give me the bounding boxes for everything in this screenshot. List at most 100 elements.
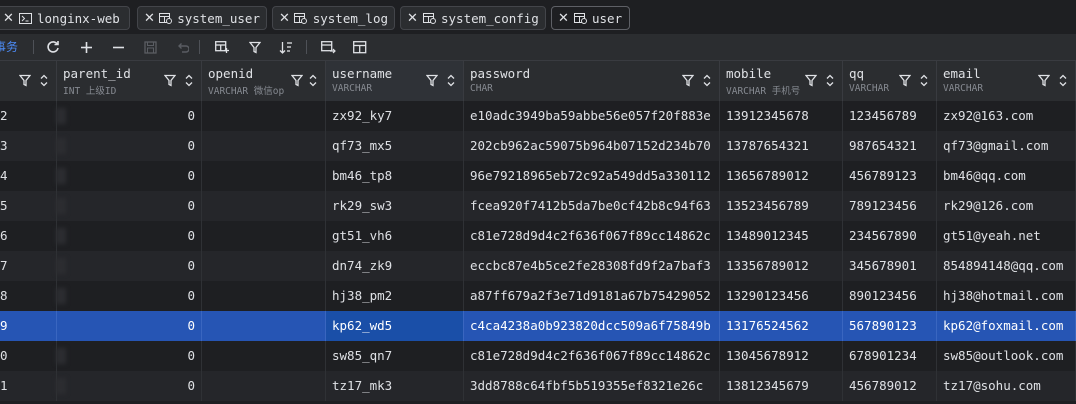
cell-mobile[interactable]: 13523456789 bbox=[720, 191, 843, 221]
cell-mobile[interactable]: 13812345679 bbox=[720, 371, 843, 401]
compare-icon[interactable] bbox=[319, 37, 337, 57]
cell-parent-id[interactable]: 0 bbox=[57, 311, 202, 341]
tab-system-config[interactable]: ✕ system_config bbox=[400, 6, 546, 30]
filter-icon[interactable] bbox=[425, 74, 439, 87]
cell-id[interactable]: 8 bbox=[0, 281, 57, 311]
cell-openid[interactable] bbox=[202, 131, 326, 161]
header-col-parent-id[interactable]: parent_id INT 上级ID bbox=[57, 61, 202, 101]
table-row[interactable]: 8 0 hj38_pm2 a87ff679a2f3e71d9181a67b754290… bbox=[0, 281, 1076, 311]
cell-password[interactable]: eccbc87e4b5ce2fe28308fd9f2a7baf3 bbox=[464, 251, 720, 281]
cell-email[interactable]: gt51@yeah.net bbox=[937, 221, 1076, 251]
cell-password[interactable]: c4ca4238a0b923820dcc509a6f75849b bbox=[464, 311, 720, 341]
cell-openid[interactable] bbox=[202, 311, 326, 341]
cell-password[interactable]: e10adc3949ba59abbe56e057f20f883e bbox=[464, 101, 720, 131]
table-row[interactable]: 0 0 sw85_qn7 c81e728d9d4c2f636f067f89cc1486… bbox=[0, 341, 1076, 371]
cell-id[interactable]: 6 bbox=[0, 221, 57, 251]
header-col-openid[interactable]: openid VARCHAR 微信ope… bbox=[202, 61, 326, 101]
cell-password[interactable]: c81e728d9d4c2f636f067f89cc14862c bbox=[464, 221, 720, 251]
sort-chevron-icon[interactable] bbox=[39, 73, 49, 88]
cell-email[interactable]: kp62@foxmail.com bbox=[937, 311, 1076, 341]
filter-icon[interactable] bbox=[804, 74, 818, 87]
cell-qq[interactable]: 456789012 bbox=[843, 371, 937, 401]
cell-id[interactable]: 2 bbox=[0, 101, 57, 131]
cell-mobile[interactable]: 13045678912 bbox=[720, 341, 843, 371]
close-icon[interactable]: ✕ bbox=[3, 11, 14, 26]
cell-qq[interactable]: 456789123 bbox=[843, 161, 937, 191]
sort-chevron-icon[interactable] bbox=[446, 73, 456, 88]
tab-system-user[interactable]: ✕ system_user bbox=[137, 6, 267, 30]
tab-system-log[interactable]: ✕ system_log bbox=[272, 6, 395, 30]
sort-icon[interactable] bbox=[277, 37, 295, 57]
refresh-icon[interactable] bbox=[44, 37, 62, 57]
cell-mobile[interactable]: 13912345678 bbox=[720, 101, 843, 131]
cell-openid[interactable] bbox=[202, 101, 326, 131]
tab-user[interactable]: ✕ user bbox=[551, 6, 630, 30]
cell-id[interactable]: 4 bbox=[0, 161, 57, 191]
cell-username[interactable]: gt51_vh6 bbox=[326, 221, 464, 251]
cell-parent-id[interactable]: 0 bbox=[57, 131, 202, 161]
grid-icon[interactable] bbox=[351, 37, 369, 57]
cell-openid[interactable] bbox=[202, 251, 326, 281]
header-col-mobile[interactable]: mobile VARCHAR 手机号 bbox=[720, 61, 843, 101]
cell-username[interactable]: qf73_mx5 bbox=[326, 131, 464, 161]
header-col-id[interactable] bbox=[0, 61, 57, 101]
cell-email[interactable]: rk29@126.com bbox=[937, 191, 1076, 221]
cell-qq[interactable]: 123456789 bbox=[843, 101, 937, 131]
header-col-password[interactable]: password CHAR bbox=[464, 61, 720, 101]
table-row[interactable]: 3 0 qf73_mx5 202cb962ac59075b964b07152d234b… bbox=[0, 131, 1076, 161]
cell-openid[interactable] bbox=[202, 161, 326, 191]
table-row[interactable]: 1 0 tz17_mk3 3dd8788c64fbf5b519355ef8321e26… bbox=[0, 371, 1076, 401]
cell-username[interactable]: hj38_pm2 bbox=[326, 281, 464, 311]
cell-parent-id[interactable]: 0 bbox=[57, 281, 202, 311]
header-col-email[interactable]: email VARCHAR bbox=[937, 61, 1076, 101]
cell-qq[interactable]: 789123456 bbox=[843, 191, 937, 221]
cell-id[interactable]: 3 bbox=[0, 131, 57, 161]
cell-mobile[interactable]: 13356789012 bbox=[720, 251, 843, 281]
add-row-icon[interactable] bbox=[77, 37, 95, 57]
cell-mobile[interactable]: 13656789012 bbox=[720, 161, 843, 191]
cell-parent-id[interactable]: 0 bbox=[57, 161, 202, 191]
cell-email[interactable]: 854894148@qq.com bbox=[937, 251, 1076, 281]
cell-username[interactable]: zx92_ky7 bbox=[326, 101, 464, 131]
cell-mobile[interactable]: 13176524562 bbox=[720, 311, 843, 341]
cell-id[interactable]: 1 bbox=[0, 371, 57, 401]
cell-mobile[interactable]: 13489012345 bbox=[720, 221, 843, 251]
view-icon[interactable] bbox=[213, 37, 231, 57]
cell-openid[interactable] bbox=[202, 221, 326, 251]
cell-username[interactable]: sw85_qn7 bbox=[326, 341, 464, 371]
cell-email[interactable]: sw85@outlook.com bbox=[937, 341, 1076, 371]
cell-qq[interactable]: 345678901 bbox=[843, 251, 937, 281]
cell-qq[interactable]: 234567890 bbox=[843, 221, 937, 251]
save-icon[interactable] bbox=[141, 37, 159, 57]
table-row[interactable]: 4 0 bm46_tp8 96e79218965eb72c92a549dd5a3301… bbox=[0, 161, 1076, 191]
transaction-mode-label[interactable]: 事务 bbox=[0, 38, 18, 55]
table-row[interactable]: 7 0 dn74_zk9 eccbc87e4b5ce2fe28308fd9f2a7ba… bbox=[0, 251, 1076, 281]
header-col-username[interactable]: username VARCHAR bbox=[326, 61, 464, 101]
cell-password[interactable]: fcea920f7412b5da7be0cf42b8c94f63 bbox=[464, 191, 720, 221]
close-icon[interactable]: ✕ bbox=[279, 11, 290, 26]
cell-password[interactable]: c81e728d9d4c2f636f067f89cc14862c bbox=[464, 341, 720, 371]
cell-parent-id[interactable]: 0 bbox=[57, 251, 202, 281]
cell-openid[interactable] bbox=[202, 341, 326, 371]
cell-id[interactable]: 7 bbox=[0, 251, 57, 281]
filter-icon[interactable] bbox=[246, 37, 264, 57]
sort-chevron-icon[interactable] bbox=[308, 73, 318, 88]
filter-icon[interactable] bbox=[898, 74, 912, 87]
cell-password[interactable]: 3dd8788c64fbf5b519355ef8321e26c bbox=[464, 371, 720, 401]
cell-id[interactable]: 5 bbox=[0, 191, 57, 221]
cell-password[interactable]: 96e79218965eb72c92a549dd5a330112 bbox=[464, 161, 720, 191]
cell-username[interactable]: bm46_tp8 bbox=[326, 161, 464, 191]
cell-username[interactable]: dn74_zk9 bbox=[326, 251, 464, 281]
cell-email[interactable]: qf73@gmail.com bbox=[937, 131, 1076, 161]
cell-openid[interactable] bbox=[202, 371, 326, 401]
cell-mobile[interactable]: 13290123456 bbox=[720, 281, 843, 311]
sort-chevron-icon[interactable] bbox=[702, 73, 712, 88]
cell-qq[interactable]: 678901234 bbox=[843, 341, 937, 371]
cell-email[interactable]: hj38@hotmail.com bbox=[937, 281, 1076, 311]
cell-id[interactable]: 0 bbox=[0, 341, 57, 371]
sort-chevron-icon[interactable] bbox=[919, 73, 929, 88]
cell-parent-id[interactable]: 0 bbox=[57, 341, 202, 371]
cell-email[interactable]: bm46@qq.com bbox=[937, 161, 1076, 191]
cell-username[interactable]: rk29_sw3 bbox=[326, 191, 464, 221]
revert-icon[interactable] bbox=[173, 37, 191, 57]
